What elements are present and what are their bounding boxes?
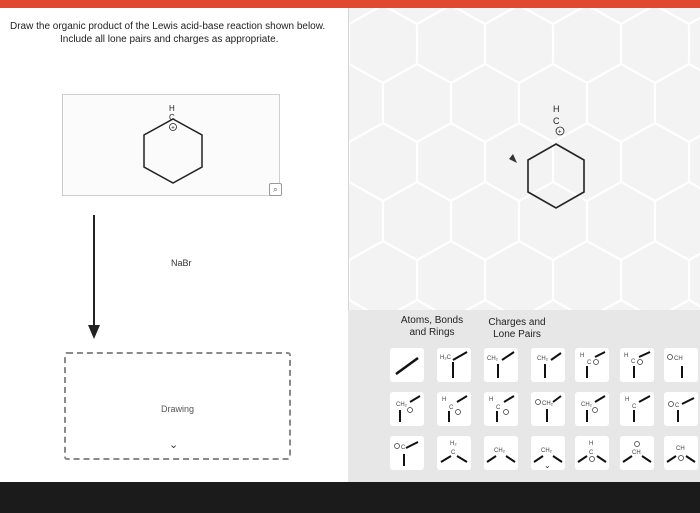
canvas-atom-h: H xyxy=(553,104,560,114)
template-tool-h-c-charge[interactable]: HC xyxy=(437,392,471,426)
svg-text:H: H xyxy=(625,397,629,403)
zoom-icon: ⌕ xyxy=(273,185,278,194)
svg-text:C: C xyxy=(401,445,406,451)
template-tool-c-charge[interactable]: HC xyxy=(575,348,609,382)
reactant-cyclohexane: H C + xyxy=(143,104,203,184)
svg-text:CH₂: CH₂ xyxy=(396,402,408,408)
svg-text:C: C xyxy=(496,405,501,411)
reaction-arrow-icon xyxy=(88,215,100,339)
tab-atoms-bonds-rings[interactable]: Atoms, Bonds and Rings xyxy=(393,315,471,339)
svg-text:CH₂: CH₂ xyxy=(581,402,593,408)
template-tool-charge-ch-v[interactable]: CH xyxy=(620,436,654,470)
template-tool-charge-c-2[interactable]: C xyxy=(390,436,424,470)
svg-text:C: C xyxy=(451,450,456,456)
template-tool-h2-c[interactable]: H₂ C xyxy=(437,436,471,470)
reactant-atom-h: H xyxy=(169,104,175,113)
template-tool-ch2-v[interactable]: CH₂ xyxy=(484,436,518,470)
template-tool-h-c[interactable]: HC xyxy=(620,392,654,426)
svg-text:C: C xyxy=(632,404,637,410)
template-tool-ch2-v-lone[interactable]: CH₂ ⌄ xyxy=(531,436,565,470)
svg-text:CH: CH xyxy=(674,356,683,362)
template-tool-ch2-charge-2[interactable]: CH₂ xyxy=(575,392,609,426)
top-bar xyxy=(0,0,700,8)
template-tool-charge-ch2[interactable]: CH₂ xyxy=(531,392,565,426)
svg-text:CH₂: CH₂ xyxy=(487,356,499,362)
drawing-answer-area[interactable]: Drawing ⌄ xyxy=(64,352,291,460)
template-tool-h-c-charge-3[interactable]: HC xyxy=(484,392,518,426)
svg-text:C: C xyxy=(589,450,594,456)
svg-text:CH₂: CH₂ xyxy=(541,448,553,454)
single-bond-tool[interactable] xyxy=(390,348,424,382)
template-tool-charge-c[interactable]: C xyxy=(664,392,698,426)
svg-text:C: C xyxy=(631,359,636,365)
question-text: Draw the organic product of the Lewis ac… xyxy=(10,20,340,46)
hex-grid: H C + xyxy=(349,8,700,310)
question-line-2: Include all lone pairs and charges as ap… xyxy=(60,34,279,45)
svg-text:C: C xyxy=(675,403,680,409)
template-tool-ch-charge-v[interactable]: CH xyxy=(664,436,698,470)
svg-text:H: H xyxy=(580,353,584,359)
svg-text:H₂: H₂ xyxy=(450,441,457,447)
reactant-structure: H C + xyxy=(62,94,280,196)
editor-toolbar: Atoms, Bonds and Rings Charges and Lone Pa… xyxy=(348,310,700,482)
svg-text:H₂C: H₂C xyxy=(440,355,452,361)
svg-text:⌄: ⌄ xyxy=(544,461,551,470)
svg-text:H: H xyxy=(489,397,493,403)
svg-text:H: H xyxy=(442,397,446,403)
svg-text:C: C xyxy=(449,405,454,411)
drawing-canvas[interactable]: H C + xyxy=(348,8,700,310)
question-line-1: Draw the organic product of the Lewis ac… xyxy=(10,21,326,32)
template-tool-ch-charge[interactable]: CH xyxy=(664,348,698,382)
bottom-bar xyxy=(0,482,700,513)
svg-text:CH: CH xyxy=(632,450,641,456)
svg-text:C: C xyxy=(587,360,592,366)
svg-text:CH₂: CH₂ xyxy=(494,448,506,454)
template-tool-c-charge-2[interactable]: HC xyxy=(620,348,654,382)
template-tool-ch2-charge[interactable]: CH₂ xyxy=(390,392,424,426)
reagent-label: NaBr xyxy=(171,258,192,268)
svg-text:H: H xyxy=(624,353,628,359)
template-tool-ch2-lone[interactable]: CH₂ xyxy=(531,348,565,382)
svg-text:CH₂: CH₂ xyxy=(542,401,554,407)
svg-text:CH: CH xyxy=(676,446,685,452)
template-tool-h2c[interactable]: H₂C xyxy=(437,348,471,382)
canvas-atom-c: C xyxy=(553,116,560,126)
template-tool-ch2[interactable]: CH₂ xyxy=(484,348,518,382)
tab-charges-lone-pairs[interactable]: Charges and Lone Pairs xyxy=(478,317,556,341)
screen: Draw the organic product of the Lewis ac… xyxy=(0,0,700,513)
svg-text:CH₂: CH₂ xyxy=(537,356,549,362)
drawing-label: Drawing xyxy=(161,404,195,414)
svg-text:+: + xyxy=(171,126,175,132)
template-tool-h-c-v[interactable]: HC xyxy=(575,436,609,470)
svg-text:+: + xyxy=(558,130,562,136)
chevron-down-icon[interactable]: ⌄ xyxy=(169,438,178,451)
zoom-button[interactable]: ⌕ xyxy=(269,183,282,196)
svg-text:H: H xyxy=(589,441,593,447)
reactant-atom-c: C xyxy=(169,113,175,122)
